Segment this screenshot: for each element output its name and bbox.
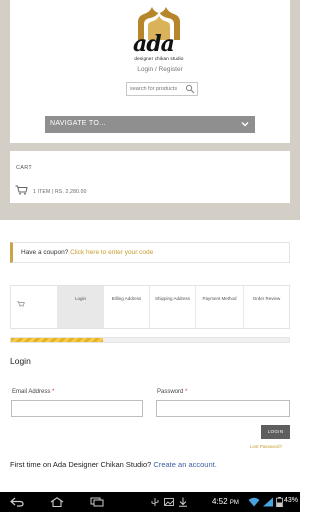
navigate-dropdown[interactable]: NAVIGATE TO... xyxy=(45,116,255,133)
step-shipping-address[interactable]: Shipping Address xyxy=(149,286,195,328)
recent-apps-icon[interactable] xyxy=(90,497,104,507)
header-background: ada designer chikan studio Login / Regis… xyxy=(0,0,300,220)
step-label: Payment Method xyxy=(202,296,237,301)
password-label: Password * xyxy=(157,389,187,395)
usb-icon xyxy=(151,498,159,506)
shopping-cart-icon[interactable] xyxy=(15,185,28,195)
first-time-text: First time on Ada Designer Chikan Studio… xyxy=(10,460,217,469)
step-login[interactable]: Login xyxy=(57,286,103,328)
header-card: ada designer chikan studio Login / Regis… xyxy=(10,0,290,143)
cart-summary[interactable]: 1 ITEM | RS. 2,280.00 xyxy=(33,189,87,195)
ampm-text: PM xyxy=(229,500,239,506)
cart-title: CART xyxy=(16,165,33,171)
step-label: Shipping Address xyxy=(154,296,191,301)
checkout-steps: Login Billing Address Shipping Address P… xyxy=(10,285,290,329)
battery-icon xyxy=(276,497,283,507)
create-account-link[interactable]: Create an account. xyxy=(153,460,216,469)
password-label-text: Password xyxy=(157,389,184,395)
step-order-review[interactable]: Order Review xyxy=(243,286,289,328)
logo-brand-text: ada xyxy=(133,31,175,57)
coupon-notice: Have a coupon? Click here to enter your … xyxy=(10,242,290,263)
coupon-prompt: Have a coupon? xyxy=(21,249,69,256)
password-field[interactable] xyxy=(156,400,290,417)
navigate-label: NAVIGATE TO... xyxy=(50,120,106,127)
image-icon xyxy=(164,498,174,506)
status-time: 4:52 PM xyxy=(212,497,239,506)
step-billing-address[interactable]: Billing Address xyxy=(103,286,149,328)
home-icon[interactable] xyxy=(50,497,64,507)
search-input[interactable] xyxy=(130,84,184,94)
email-label-text: Email Address xyxy=(12,389,51,395)
wifi-icon xyxy=(248,497,260,507)
search-icon[interactable] xyxy=(185,84,195,94)
first-time-prefix: First time on Ada Designer Chikan Studio… xyxy=(10,460,152,469)
login-register-link[interactable]: Login / Register xyxy=(10,66,310,73)
logo-tagline: designer chikan studio xyxy=(134,56,184,61)
time-text: 4:52 xyxy=(212,497,228,506)
download-icon xyxy=(179,497,187,507)
chevron-down-icon xyxy=(241,122,249,127)
step-cart[interactable] xyxy=(11,286,57,328)
step-label: Billing Address xyxy=(111,296,142,301)
email-label: Email Address * xyxy=(12,389,54,395)
email-field[interactable] xyxy=(11,400,143,417)
step-label: Order Review xyxy=(252,296,281,301)
logo[interactable]: ada designer chikan studio xyxy=(130,6,188,62)
coupon-text: Have a coupon? Click here to enter your … xyxy=(21,249,153,256)
coupon-link[interactable]: Click here to enter your code xyxy=(70,249,153,256)
required-mark: * xyxy=(52,389,55,395)
search-box xyxy=(126,82,198,96)
battery-percent: 43% xyxy=(284,497,299,504)
required-mark: * xyxy=(185,389,188,395)
signal-icon xyxy=(263,497,273,507)
checkout-progress-bar xyxy=(10,337,290,343)
system-status-bar: 4:52 PM 43% xyxy=(0,492,300,512)
login-heading: Login xyxy=(10,356,31,366)
login-button[interactable]: LOGIN xyxy=(261,425,290,439)
step-payment-method[interactable]: Payment Method xyxy=(195,286,243,328)
back-icon[interactable] xyxy=(10,497,24,507)
cart-widget: CART 1 ITEM | RS. 2,280.00 xyxy=(10,151,290,203)
cart-icon xyxy=(17,301,25,307)
progress-fill xyxy=(11,338,103,342)
lost-password-link[interactable]: Lost Password? xyxy=(250,444,282,449)
step-label: Login xyxy=(74,296,86,301)
